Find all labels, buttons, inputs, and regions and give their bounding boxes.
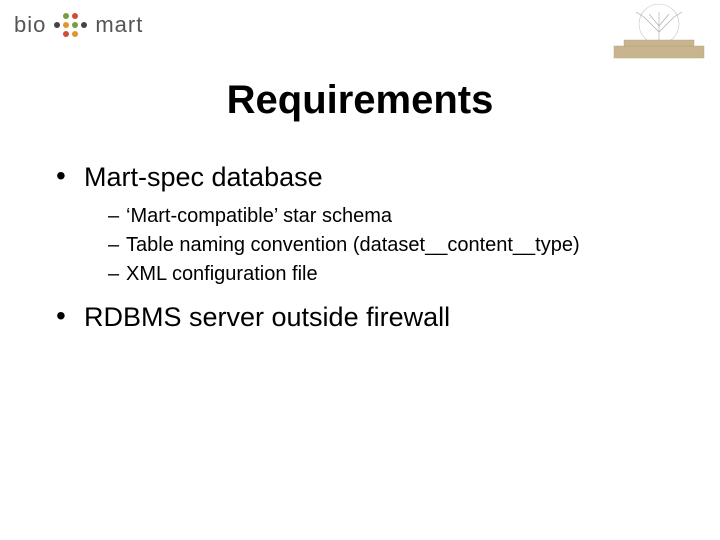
list-item: XML configuration file <box>108 261 680 288</box>
list-item: Table naming convention (dataset__conten… <box>108 232 680 259</box>
sub-bullet-list: ‘Mart-compatible’ star schema Table nami… <box>108 203 680 288</box>
sub-bullet-text: Table naming convention (dataset__conten… <box>126 234 580 256</box>
biomart-logo: bio mart <box>14 12 143 38</box>
logo-prefix: bio <box>14 12 46 38</box>
slide-title: Requirements <box>0 78 720 123</box>
bullet-text: RDBMS server outside firewall <box>84 302 450 332</box>
slide: bio mart Requirements Mart-spec database <box>0 0 720 540</box>
list-item: Mart-spec database ‘Mart-compatible’ sta… <box>56 160 680 288</box>
bullet-list: Mart-spec database ‘Mart-compatible’ sta… <box>56 160 680 335</box>
slide-body: Mart-spec database ‘Mart-compatible’ sta… <box>56 160 680 341</box>
sub-bullet-text: ‘Mart-compatible’ star schema <box>126 205 392 227</box>
list-item: ‘Mart-compatible’ star schema <box>108 203 680 230</box>
sub-bullet-text: XML configuration file <box>126 263 318 285</box>
bullet-text: Mart-spec database <box>84 162 323 192</box>
tree-building-icon <box>604 2 714 62</box>
logo-suffix: mart <box>95 12 143 38</box>
list-item: RDBMS server outside firewall <box>56 300 680 335</box>
logo-dots-icon <box>54 13 87 37</box>
